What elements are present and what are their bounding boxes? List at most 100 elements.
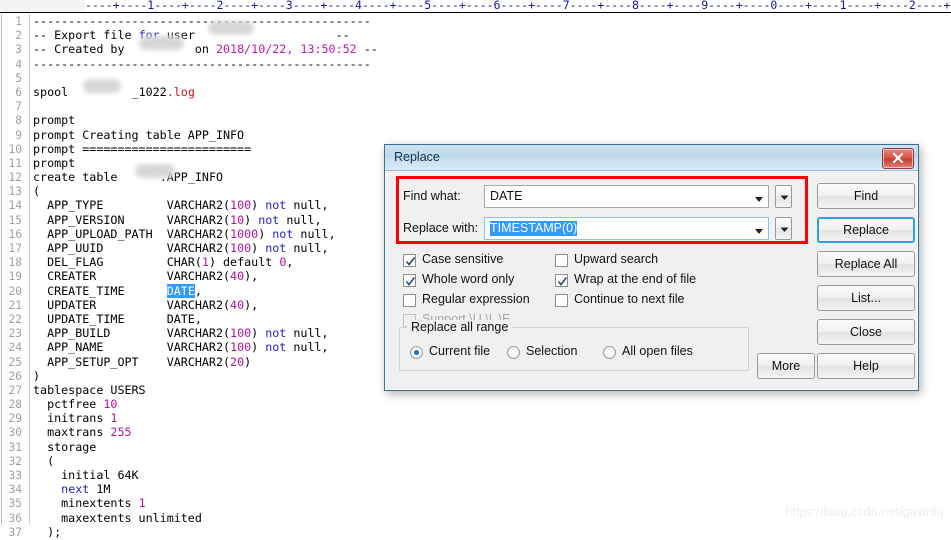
replace-dialog[interactable]: Replace Find what: DATE Replace with: TI…	[384, 144, 919, 391]
find-what-row: Find what: DATE	[385, 185, 805, 209]
line-number: 25	[8, 355, 22, 369]
radio-label: All open files	[622, 344, 693, 358]
checkbox-box[interactable]	[403, 294, 416, 307]
replace-all-range-label: Replace all range	[407, 320, 513, 334]
code-line: 9 prompt Creating table APP_INFO	[0, 128, 951, 142]
code-line: 8 prompt	[0, 113, 951, 127]
number-token: 0	[279, 255, 287, 270]
line-number: 3	[15, 43, 22, 57]
line-number: 11	[8, 156, 22, 170]
code-line: 1 ---------------------------------------…	[0, 14, 951, 28]
close-dialog-button[interactable]: Close	[817, 319, 915, 345]
line-number: 29	[8, 412, 22, 426]
number-token: 1	[138, 496, 146, 511]
line-number: 18	[8, 256, 22, 270]
line-text: DEL_FLAG CHAR(1) default 0,	[33, 255, 294, 270]
help-button[interactable]: Help	[817, 353, 915, 379]
comment-token: -- Export file	[33, 28, 139, 43]
number-token: 1	[110, 411, 118, 426]
close-button[interactable]	[882, 148, 914, 169]
line-text: initial 64K	[33, 468, 139, 482]
create-table-keyword: create table	[33, 170, 118, 185]
line-number: 21	[8, 298, 22, 312]
watermark-text: https://blog.csdn.net/gavinbj	[785, 505, 943, 519]
radio-button[interactable]	[507, 346, 520, 359]
more-button[interactable]: More	[757, 353, 815, 379]
line-text: prompt Creating table APP_INFO	[33, 127, 245, 142]
code-line: 33 initial 64K	[0, 468, 951, 482]
number-token: 10	[103, 397, 118, 412]
keyword-not: not	[272, 226, 294, 241]
line-text: minextents 1	[33, 496, 146, 511]
replace-all-button[interactable]: Replace All	[817, 251, 915, 277]
checkbox-label: Whole word only	[422, 272, 515, 286]
replace-with-dropdown-button[interactable]	[775, 217, 792, 240]
line-number: 6	[15, 85, 22, 99]
radio-button[interactable]	[603, 346, 616, 359]
line-text: ----------------------------------------…	[33, 14, 371, 28]
find-what-dropdown-button[interactable]	[775, 185, 792, 208]
chevron-down-icon[interactable]	[751, 195, 767, 203]
line-text: -- Created by on 2018/10/22, 13:50:52 --	[33, 42, 378, 56]
selected-match: DATE	[166, 283, 195, 298]
line-text: );	[33, 524, 62, 539]
checkbox-box[interactable]	[403, 274, 416, 287]
radio-button[interactable]	[410, 346, 423, 359]
radio-label: Current file	[429, 344, 491, 358]
ruler-divider	[0, 12, 951, 13]
size-token: 64K	[117, 468, 139, 482]
radio-dot	[414, 350, 419, 355]
close-icon	[892, 152, 904, 164]
code-line: 6 spool _1022.log	[0, 85, 951, 99]
line-number: 8	[15, 114, 22, 128]
find-what-input[interactable]: DATE	[484, 185, 769, 208]
line-text: create table .APP_INFO	[33, 170, 223, 184]
checkbox-box[interactable]	[403, 254, 416, 267]
chevron-down-icon[interactable]	[751, 227, 767, 235]
line-text: initrans 1	[33, 411, 118, 426]
comment-token: -- Created by	[33, 42, 125, 57]
line-text: prompt ========================	[33, 141, 252, 156]
dialog-title: Replace	[394, 150, 440, 164]
ruler-ticks: ----+----1----+----2----+----3----+----4…	[85, 0, 951, 12]
line-number: 36	[8, 511, 22, 525]
number-token: 40	[230, 269, 245, 284]
code-line: 5	[0, 71, 951, 85]
line-number: 13	[8, 185, 22, 199]
redaction-blur-spoolname	[83, 79, 121, 93]
code-line: 31 storage	[0, 440, 951, 454]
list-button[interactable]: List...	[817, 285, 915, 311]
line-text: UPDATER VARCHAR2(40),	[33, 297, 259, 312]
code-line: 7	[0, 99, 951, 113]
keyword-not: not	[265, 340, 287, 355]
dialog-titlebar[interactable]: Replace	[385, 145, 918, 171]
line-number: 19	[8, 270, 22, 284]
comment-tail: --	[356, 42, 378, 57]
checkbox-box[interactable]	[555, 254, 568, 267]
checkbox-box[interactable]	[555, 294, 568, 307]
spool-extension: .log	[166, 84, 195, 99]
code-line: 34 next 1M	[0, 482, 951, 496]
check-icon	[405, 256, 416, 266]
line-text: APP_NAME VARCHAR2(100) not null,	[33, 340, 329, 355]
line-text: ----------------------------------------…	[33, 56, 371, 71]
line-number: 2	[15, 29, 22, 43]
replace-with-input[interactable]: TIMESTAMP(0)	[484, 217, 769, 240]
line-number: 34	[8, 483, 22, 497]
line-text: maxtrans 255	[33, 425, 132, 440]
keyword-not: not	[258, 212, 280, 227]
replace-with-row: Replace with: TIMESTAMP(0)	[385, 217, 805, 241]
find-button[interactable]: Find	[817, 183, 915, 209]
keyword-not: not	[265, 198, 287, 213]
code-line: 4 ---------------------------------------…	[0, 57, 951, 71]
line-number: 9	[15, 128, 22, 142]
line-number: 17	[8, 242, 22, 255]
line-number: 22	[8, 312, 22, 326]
line-text: pctfree 10	[33, 397, 118, 412]
number-token: 100	[230, 340, 252, 355]
replace-button[interactable]: Replace	[817, 217, 915, 243]
checkbox-box[interactable]	[555, 274, 568, 287]
line-number: 30	[8, 426, 22, 440]
number-token: 1000	[230, 226, 259, 241]
checkbox-label: Regular expression	[422, 292, 530, 306]
